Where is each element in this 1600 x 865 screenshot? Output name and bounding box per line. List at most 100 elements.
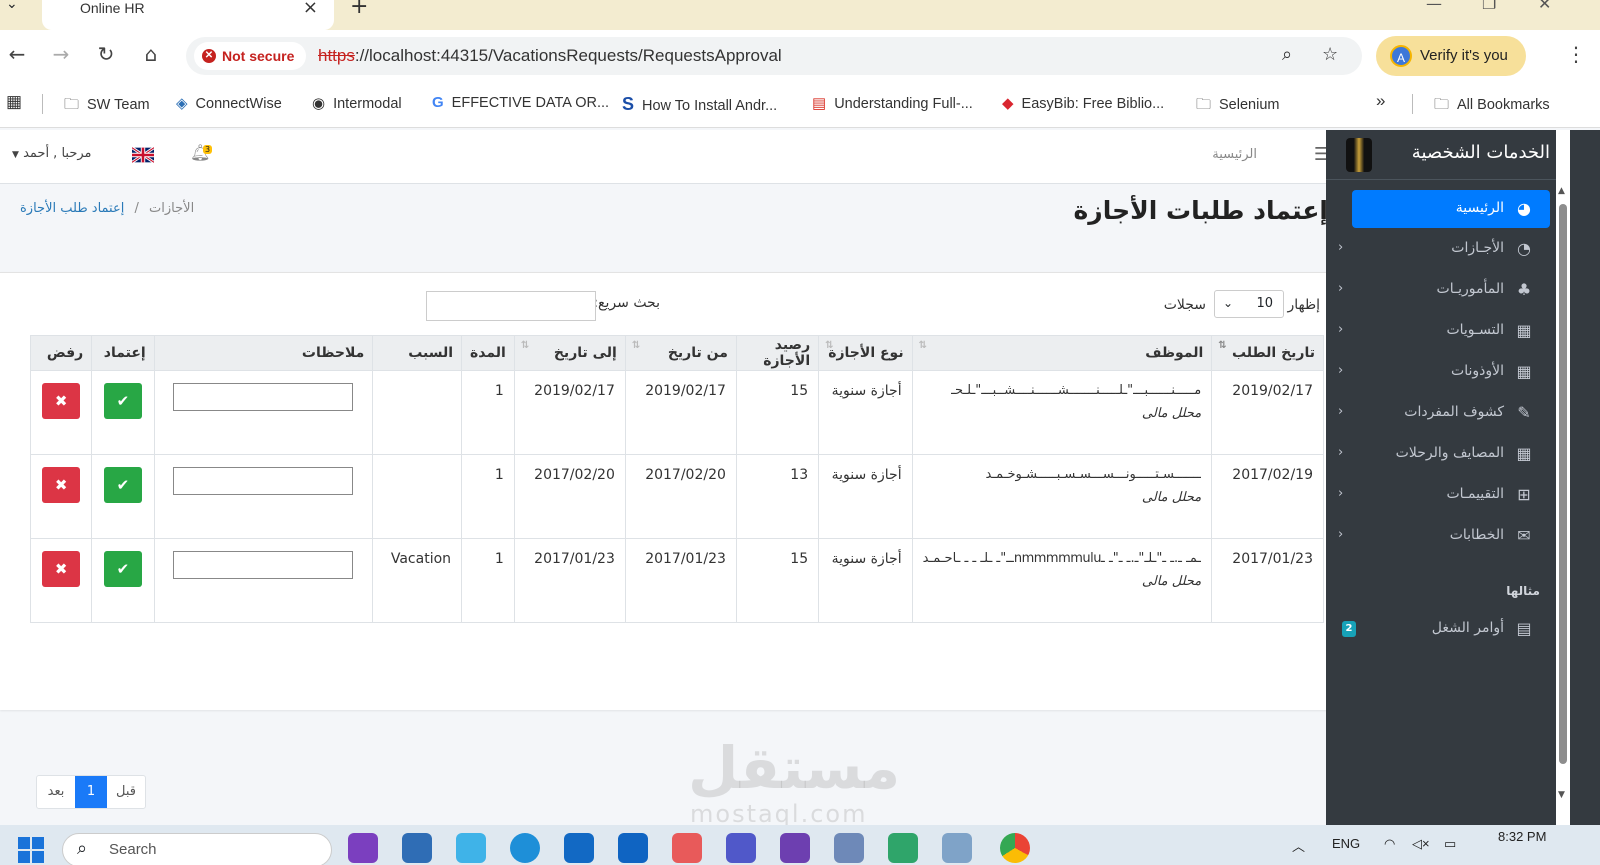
chevron-left-icon: ‹	[1338, 527, 1344, 542]
quick-search-input[interactable]	[426, 291, 596, 321]
pagination-page-1[interactable]: 1	[75, 776, 107, 808]
sidebar-item-missions[interactable]: ♣ المأموريـات ‹	[1338, 271, 1550, 309]
snipping-tool-icon[interactable]	[672, 833, 702, 863]
reject-button[interactable]: ✖	[42, 383, 81, 419]
vs-code-icon[interactable]	[780, 833, 810, 863]
approve-button[interactable]: ✔	[103, 551, 142, 587]
bookmark-selenium[interactable]: 🗀 Selenium	[1196, 94, 1279, 119]
visual-studio-icon[interactable]	[348, 833, 378, 863]
bookmark-install-android[interactable]: S How To Install Andr...	[622, 94, 777, 115]
sidebar-item-permissions[interactable]: ▦ الأوذونات ‹	[1338, 353, 1550, 391]
apps-grid-icon[interactable]: ▦	[6, 92, 22, 112]
minimize-icon[interactable]: —	[1426, 0, 1442, 13]
bookmark-connectwise[interactable]: ◈ ConnectWise	[176, 94, 282, 112]
sidebar-item-vacations[interactable]: ◔ الأجـازات ‹	[1338, 230, 1550, 268]
sidebar-item-work-orders[interactable]: ▤ أوامر الشغل 2	[1342, 610, 1550, 648]
sidebar-item-settlements[interactable]: ▦ التسـويات ‹	[1338, 312, 1550, 350]
window-close-icon[interactable]: ✕	[1538, 0, 1551, 13]
pagination-next[interactable]: بعد	[37, 776, 75, 808]
uk-flag-icon[interactable]	[132, 147, 154, 163]
breadcrumb-current[interactable]: إعتماد طلب الأجازة	[20, 201, 124, 216]
warning-icon: ✕	[202, 49, 216, 63]
sidebar-item-trips[interactable]: ▦ المصايف والرحلات ‹	[1338, 435, 1550, 473]
breadcrumb-parent[interactable]: الأجازات	[149, 201, 194, 216]
easybib-icon: ◆	[1002, 95, 1014, 112]
taskbar-clock[interactable]: 8:32 PM	[1498, 829, 1546, 844]
outlook-icon[interactable]	[618, 833, 648, 863]
sort-active-icon: ⇅	[1218, 340, 1227, 351]
breadcrumb: الأجازات / إعتماد طلب الأجازة	[20, 201, 194, 216]
wifi-icon[interactable]: ◠	[1384, 836, 1395, 852]
col-from-date[interactable]: من تاريخ ⇅	[624, 335, 737, 371]
sidebar-item-home[interactable]: ◕ الرئيسية	[1352, 190, 1550, 228]
ssms-icon[interactable]	[834, 833, 864, 863]
show-label: إظهار	[1287, 297, 1320, 313]
scroll-down-icon[interactable]: ▼	[1558, 790, 1565, 800]
bookmark-star-icon[interactable]: ☆	[1322, 44, 1338, 65]
reload-icon[interactable]: ↻	[93, 42, 119, 66]
sidebar-item-letters[interactable]: ✉ الخطابات ‹	[1338, 517, 1550, 555]
reject-button[interactable]: ✖	[42, 551, 81, 587]
col-employee[interactable]: الموظف ⇅	[911, 335, 1213, 371]
bookmark-understanding-full[interactable]: ▤ Understanding Full-...	[812, 94, 973, 112]
store-icon[interactable]	[564, 833, 594, 863]
approve-button[interactable]: ✔	[103, 383, 142, 419]
bookmark-easybib[interactable]: ◆ EasyBib: Free Biblio...	[1002, 94, 1164, 112]
chrome-icon[interactable]	[1000, 833, 1030, 863]
x-icon: ✖	[54, 560, 68, 578]
zoom-icon[interactable]: ⌕	[1282, 44, 1292, 65]
more-bookmarks-icon[interactable]: »	[1376, 91, 1385, 111]
battery-icon[interactable]: ▭	[1444, 836, 1456, 852]
security-chip[interactable]: ✕ Not secure	[194, 42, 307, 70]
tray-expand-icon[interactable]: ︿	[1292, 836, 1305, 855]
col-to-date[interactable]: إلى تاريخ ⇅	[513, 335, 626, 371]
sidebar-scroll-thumb[interactable]	[1559, 204, 1567, 764]
user-menu[interactable]: مرحبا , أحمد ▼	[12, 146, 92, 161]
sidebar-item-evaluations[interactable]: ⊞ التقييمـات ‹	[1338, 476, 1550, 514]
verify-profile-button[interactable]: A Verify it's you	[1376, 36, 1526, 76]
browser-tab-active[interactable]: Online HR ×	[42, 0, 334, 30]
bookmark-intermodal[interactable]: ◉ Intermodal	[312, 94, 402, 112]
remote-desktop-icon[interactable]	[942, 833, 972, 863]
employee-name: ـــــــسـتـــــونـــســـسـسـبـــــشـوخـم…	[985, 467, 1202, 482]
pagination-prev[interactable]: قبل	[107, 776, 145, 808]
mute-speaker-icon[interactable]: ◁×	[1412, 836, 1430, 852]
col-request-date[interactable]: تاريخ الطلب ⇅	[1211, 335, 1324, 371]
notes-input[interactable]	[173, 551, 354, 579]
taskbar-search[interactable]: ⌕ Search	[62, 833, 332, 865]
sql-server-icon[interactable]	[402, 833, 432, 863]
app-arrow-icon[interactable]	[888, 833, 918, 863]
approve-button[interactable]: ✔	[103, 467, 142, 503]
tab-close-icon[interactable]: ×	[303, 0, 318, 18]
nav-home-link[interactable]: الرئيسية	[1212, 147, 1257, 162]
check-icon: ✔	[116, 560, 130, 578]
windows-start-icon[interactable]	[18, 837, 44, 863]
bookmark-sw-team[interactable]: 🗀 SW Team	[64, 94, 150, 119]
address-bar[interactable]: ✕ Not secure https://localhost:44315/Vac…	[186, 37, 1362, 75]
restore-icon[interactable]: ❐	[1482, 0, 1496, 13]
col-leave-type[interactable]: نوع الأجازة ⇅	[818, 335, 913, 371]
page-length-select[interactable]: 10 ⌄	[1214, 290, 1284, 318]
edge-browser-icon[interactable]	[510, 833, 540, 863]
cell-reason: Vacation	[372, 538, 463, 623]
scroll-up-icon[interactable]: ▲	[1558, 186, 1565, 196]
tab-search-chevron-icon[interactable]: ⌄	[6, 0, 18, 12]
bookmark-effective-data[interactable]: G EFFECTIVE DATA OR...	[432, 94, 609, 111]
notes-input[interactable]	[173, 383, 354, 411]
language-indicator[interactable]: ENG	[1332, 836, 1360, 851]
forward-icon[interactable]: →	[48, 42, 74, 66]
reject-button[interactable]: ✖	[42, 467, 81, 503]
teams-icon[interactable]	[726, 833, 756, 863]
home-icon[interactable]: ⌂	[138, 42, 164, 66]
copilot-icon[interactable]	[456, 833, 486, 863]
cell-leave-type: أجازة سنوية	[818, 454, 913, 539]
sort-icon: ⇅	[918, 340, 927, 351]
sidebar-item-payslips[interactable]: ✎ كشوف المفردات ‹	[1338, 394, 1550, 432]
new-tab-icon[interactable]: +	[350, 0, 368, 19]
back-icon[interactable]: ←	[4, 42, 30, 66]
sidebar-brand[interactable]: الخدمات الشخصية	[1326, 130, 1558, 180]
menu-kebab-icon[interactable]: ⋮	[1566, 42, 1586, 66]
notes-input[interactable]	[173, 467, 354, 495]
all-bookmarks[interactable]: 🗀 All Bookmarks	[1434, 94, 1550, 119]
url-text[interactable]: https://localhost:44315/VacationsRequest…	[318, 46, 782, 66]
